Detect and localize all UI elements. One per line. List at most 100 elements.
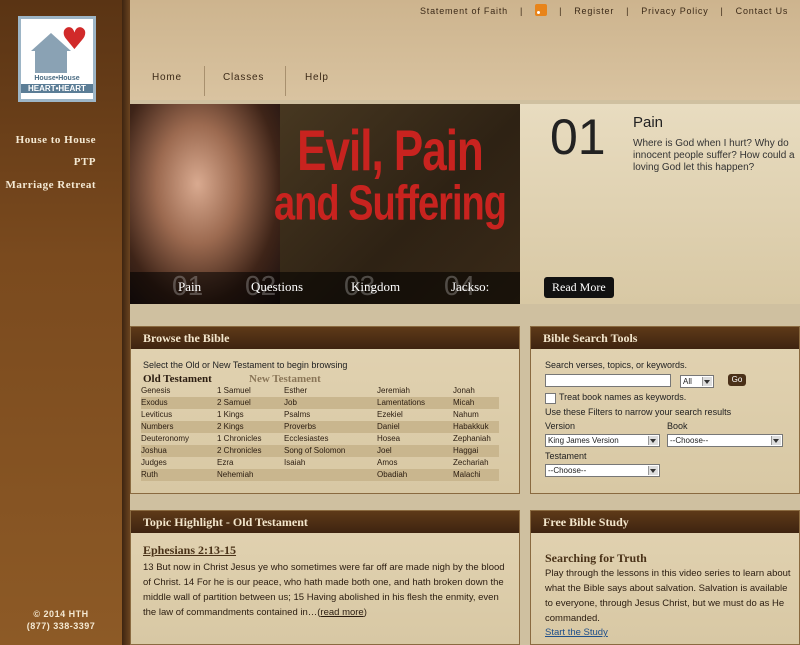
free-study-panel: Free Bible Study Searching for Truth Pla…: [530, 510, 800, 645]
divider: |: [626, 6, 630, 16]
bible-book-link[interactable]: Nahum: [453, 410, 479, 419]
bible-book-link[interactable]: Nehemiah: [217, 470, 253, 479]
nav-divider: [204, 66, 205, 96]
nav-classes[interactable]: Classes: [223, 72, 264, 83]
bible-book-row: Judges Ezra Isaiah Amos Zechariah: [141, 457, 499, 469]
bible-book-link[interactable]: Ecclesiastes: [284, 434, 328, 443]
sidebar-link-house-to-house[interactable]: House to House: [16, 134, 96, 146]
hero-tab-pain[interactable]: Pain: [178, 279, 201, 295]
bible-book-link[interactable]: 1 Chronicles: [217, 434, 261, 443]
sidebar-link-marriage-retreat[interactable]: Marriage Retreat: [5, 179, 96, 191]
chevron-down-icon: [650, 469, 656, 473]
bible-book-link[interactable]: Jeremiah: [377, 386, 410, 395]
bible-book-link[interactable]: Jonah: [453, 386, 475, 395]
contact-us-link[interactable]: Contact Us: [736, 6, 789, 16]
bible-book-link[interactable]: Lamentations: [377, 398, 425, 407]
top-links: Statement of Faith | | Register | Privacy Pol…: [420, 4, 788, 16]
chevron-down-icon: [650, 439, 656, 443]
book-value: --Choose--: [670, 436, 709, 445]
bible-book-row: Genesis 1 Samuel Esther Jeremiah Jonah: [141, 385, 499, 397]
bible-book-link[interactable]: Habakkuk: [453, 422, 489, 431]
bible-book-link[interactable]: 2 Kings: [217, 422, 244, 431]
bible-book-link[interactable]: Malachi: [453, 470, 481, 479]
bible-book-link[interactable]: 1 Samuel: [217, 386, 251, 395]
bible-book-link[interactable]: Ruth: [141, 470, 158, 479]
bible-book-row: Joshua 2 Chronicles Song of Solomon Joel Hag…: [141, 445, 499, 457]
version-label: Version: [545, 421, 576, 431]
bible-book-link[interactable]: Judges: [141, 458, 167, 467]
topic-reference-link[interactable]: Ephesians 2:13-15: [143, 543, 236, 558]
bible-book-link[interactable]: Zephaniah: [453, 434, 491, 443]
version-select[interactable]: King James Version: [545, 434, 660, 447]
bible-book-link[interactable]: Esther: [284, 386, 307, 395]
hero-tab-questions[interactable]: Questions: [251, 279, 303, 295]
search-prompt: Search verses, topics, or keywords.: [545, 360, 688, 370]
bible-book-link[interactable]: Song of Solomon: [284, 446, 345, 455]
search-scope-select[interactable]: All: [680, 375, 714, 388]
bible-book-link[interactable]: Job: [284, 398, 297, 407]
bible-book-link[interactable]: Isaiah: [284, 458, 305, 467]
bible-book-link[interactable]: Zechariah: [453, 458, 489, 467]
privacy-policy-link[interactable]: Privacy Policy: [641, 6, 708, 16]
book-select[interactable]: --Choose--: [667, 434, 783, 447]
bible-book-link[interactable]: Joshua: [141, 446, 167, 455]
version-value: King James Version: [548, 436, 619, 445]
topic-passage: 13 But now in Christ Jesus ye who someti…: [143, 560, 509, 620]
divider: |: [720, 6, 724, 16]
hero-tab-kingdom[interactable]: Kingdom: [351, 279, 400, 295]
bible-book-link[interactable]: Hosea: [377, 434, 400, 443]
feature-title: Pain: [633, 114, 664, 131]
sidebar-link-ptp[interactable]: PTP: [74, 156, 96, 168]
bible-book-link[interactable]: 2 Chronicles: [217, 446, 261, 455]
read-more-button[interactable]: Read More: [544, 277, 614, 298]
bible-book-link[interactable]: Ezekiel: [377, 410, 403, 419]
bible-book-link[interactable]: 1 Kings: [217, 410, 244, 419]
search-input[interactable]: [545, 374, 671, 387]
bible-book-link[interactable]: Deuteronomy: [141, 434, 189, 443]
bible-book-link[interactable]: Amos: [377, 458, 397, 467]
site-logo[interactable]: ♥ House•House HEART•HEART: [18, 16, 96, 102]
statement-of-faith-link[interactable]: Statement of Faith: [420, 6, 508, 16]
chevron-down-icon: [704, 380, 710, 384]
bible-book-link[interactable]: Numbers: [141, 422, 173, 431]
bible-book-link[interactable]: Ezra: [217, 458, 233, 467]
bible-book-row: Numbers 2 Kings Proverbs Daniel Habakkuk: [141, 421, 499, 433]
hero-title-line1: Evil, Pain: [297, 119, 484, 184]
bible-book-link[interactable]: Genesis: [141, 386, 170, 395]
phone-number: (877) 338-3397: [26, 621, 96, 631]
bible-book-link[interactable]: Micah: [453, 398, 474, 407]
feature-description: Where is God when I hurt? Why do innocen…: [633, 138, 795, 173]
new-testament-link[interactable]: New Testament: [249, 373, 321, 385]
treat-book-names-checkbox[interactable]: [545, 393, 556, 404]
bible-book-link[interactable]: Obadiah: [377, 470, 407, 479]
bible-book-link[interactable]: Leviticus: [141, 410, 172, 419]
hero-tab-jackson[interactable]: Jackso:: [451, 279, 489, 295]
treat-book-names-label: Treat book names as keywords.: [559, 392, 687, 402]
register-link[interactable]: Register: [574, 6, 614, 16]
bible-book-link[interactable]: Psalms: [284, 410, 310, 419]
feature-panel: 01 Pain Where is God when I hurt? Why do…: [520, 104, 800, 304]
bible-book-link[interactable]: 2 Samuel: [217, 398, 251, 407]
bible-book-link[interactable]: Exodus: [141, 398, 168, 407]
bible-book-link[interactable]: Proverbs: [284, 422, 316, 431]
nav-home[interactable]: Home: [152, 72, 182, 83]
browse-bible-title: Browse the Bible: [131, 327, 519, 349]
nav-help[interactable]: Help: [305, 72, 329, 83]
testament-label: Testament: [545, 451, 587, 461]
bible-book-link[interactable]: Joel: [377, 446, 392, 455]
chevron-down-icon: [773, 439, 779, 443]
free-study-title: Free Bible Study: [531, 511, 799, 533]
bible-book-link[interactable]: Haggai: [453, 446, 478, 455]
search-go-button[interactable]: Go: [728, 374, 746, 386]
testament-select[interactable]: --Choose--: [545, 464, 660, 477]
book-label: Book: [667, 421, 688, 431]
start-study-link[interactable]: Start the Study: [545, 625, 608, 640]
bible-book-link[interactable]: Daniel: [377, 422, 400, 431]
rss-icon[interactable]: [535, 4, 548, 16]
bible-book-row: Deuteronomy 1 Chronicles Ecclesiastes Hosea…: [141, 433, 499, 445]
old-testament-link[interactable]: Old Testament: [143, 373, 212, 385]
bible-book-row: Ruth Nehemiah Obadiah Malachi: [141, 469, 499, 481]
hero-banner[interactable]: Evil, Pain and Suffering 01 Pain 02 Ques…: [130, 104, 520, 304]
hero-tabs: 01 Pain 02 Questions 03 Kingdom 04 Jacks…: [130, 270, 520, 304]
read-more-link[interactable]: read more: [320, 607, 363, 618]
